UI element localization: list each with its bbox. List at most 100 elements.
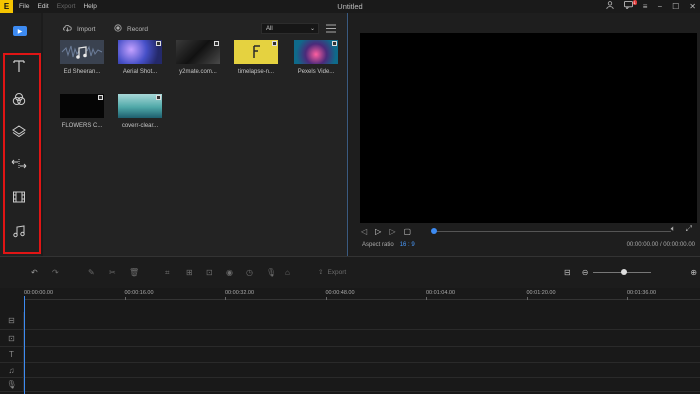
menu-help[interactable]: Help: [83, 3, 96, 10]
minimize-icon[interactable]: −: [657, 2, 662, 11]
media-filter-dropdown[interactable]: All ⌄: [261, 23, 319, 34]
ruler-tick-mark: [526, 297, 528, 300]
media-item[interactable]: timelapse-n...: [234, 40, 278, 77]
aspect-ratio[interactable]: Aspect ratio 16 : 9: [362, 242, 415, 248]
text-track-icon: T: [0, 347, 24, 362]
voice-track[interactable]: 🎙︎: [0, 378, 700, 392]
record-button[interactable]: Record: [114, 24, 148, 34]
ruler-tick-mark: [627, 297, 628, 300]
select-checkbox[interactable]: [156, 95, 161, 100]
chevron-down-icon: ⌄: [309, 26, 315, 32]
zoom-slider-handle[interactable]: [620, 269, 627, 275]
fullscreen-icon[interactable]: ⤢: [686, 224, 692, 234]
select-checkbox[interactable]: [156, 41, 161, 46]
cut-icon[interactable]: ✂: [109, 268, 116, 277]
left-rail: ▶: [0, 13, 41, 256]
select-checkbox[interactable]: [272, 41, 277, 46]
filters-icon[interactable]: [10, 91, 28, 107]
media-thumbnail: [118, 94, 162, 118]
transitions-icon[interactable]: [10, 156, 28, 172]
film-icon[interactable]: [10, 189, 28, 205]
media-icon[interactable]: ▶: [13, 26, 27, 36]
media-item[interactable]: Pexels Vide...: [294, 40, 338, 77]
zoom-out-icon[interactable]: ⊖: [582, 268, 589, 277]
media-item[interactable]: y2mate.com...: [176, 40, 220, 77]
undo-icon[interactable]: ↶: [31, 268, 38, 277]
media-thumbnail: [60, 40, 104, 64]
mic-track-icon: 🎙︎: [0, 378, 24, 391]
ruler-tick-mark: [325, 297, 327, 300]
video-track-icon: ⊟: [0, 312, 24, 329]
overlays-icon[interactable]: [10, 123, 28, 139]
ruler-tick-label: 00:00:00.00: [24, 290, 54, 296]
timeline-ruler[interactable]: 00:00:00.00 00:00:16.00 00:00:32.00 00:00:4…: [24, 288, 700, 300]
ruler-tick-label: 00:01:20.00: [526, 290, 556, 296]
media-library-panel: Import Record All ⌄ Ed Sheeran... Aerial…: [43, 13, 348, 256]
media-item-label: FLOWERS C...: [61, 123, 103, 129]
import-icon: [63, 24, 72, 34]
volume-icon[interactable]: 🔈︎: [671, 224, 676, 234]
preview-screen: [360, 33, 697, 223]
menu-file[interactable]: File: [19, 3, 29, 10]
menu-export[interactable]: Export: [57, 3, 76, 10]
select-checkbox[interactable]: [332, 41, 337, 46]
mosaic-icon[interactable]: ⊞: [186, 268, 193, 277]
voiceover-icon[interactable]: 🎙︎: [266, 268, 276, 277]
music-track[interactable]: ♫: [0, 363, 700, 378]
media-thumbnail: [294, 40, 338, 64]
next-frame-icon[interactable]: ▷: [389, 227, 395, 236]
export-button[interactable]: ⇪ Export: [318, 268, 346, 277]
media-item-label: Aerial Shot...: [122, 69, 158, 75]
zoom-slider[interactable]: [593, 269, 652, 275]
export-icon: ⇪: [318, 269, 324, 276]
account-icon[interactable]: [606, 1, 614, 11]
previous-frame-icon[interactable]: ◁: [361, 227, 367, 236]
close-icon[interactable]: ✕: [689, 2, 696, 11]
redo-icon[interactable]: ↷: [52, 268, 59, 277]
aspect-ratio-value[interactable]: 16 : 9: [400, 242, 415, 248]
scrubber-handle[interactable]: [431, 228, 437, 234]
menu-bar: File Edit Export Help: [19, 3, 97, 10]
media-item-label: Pexels Vide...: [297, 69, 335, 75]
stop-icon[interactable]: ▢: [403, 227, 411, 236]
text-icon[interactable]: [10, 58, 28, 74]
pip-track[interactable]: ⊡: [0, 330, 700, 347]
pip-track-icon: ⊡: [0, 330, 24, 346]
select-checkbox[interactable]: [98, 95, 103, 100]
edit-toolbar: ↶ ↷ ✎ ✂ 🗑︎ ⌗ ⊞ ⊡ ◉ ◷ 🎙︎ ⌂ ⇪ Export ⊟ ⊖ ⊕: [0, 256, 700, 288]
play-icon[interactable]: ▷: [375, 227, 381, 236]
list-view-icon[interactable]: [326, 24, 336, 34]
select-checkbox[interactable]: [214, 41, 219, 46]
preview-scrubber[interactable]: [433, 231, 671, 232]
video-track[interactable]: ⊟: [0, 312, 700, 330]
ruler-tick-label: 00:00:16.00: [124, 290, 154, 296]
maximize-icon[interactable]: ☐: [672, 2, 679, 11]
import-label: Import: [77, 25, 96, 33]
crop-icon[interactable]: ⌗: [165, 268, 170, 278]
music-icon[interactable]: [10, 223, 28, 239]
text-track[interactable]: T: [0, 347, 700, 363]
tag-icon[interactable]: ⌂: [285, 268, 290, 277]
media-item[interactable]: FLOWERS C...: [60, 94, 104, 131]
more-menu-icon[interactable]: ≡: [643, 2, 648, 11]
zoom-in-icon[interactable]: ⊕: [690, 268, 697, 277]
media-item[interactable]: coverr-clear...: [118, 94, 162, 131]
menu-edit[interactable]: Edit: [37, 3, 48, 10]
delete-icon[interactable]: 🗑︎: [129, 268, 139, 277]
timeline-panel: 00:00:00.00 00:00:16.00 00:00:32.00 00:00:4…: [0, 288, 700, 394]
media-item[interactable]: Aerial Shot...: [118, 40, 162, 77]
title-bar: E File Edit Export Help Untitled 1 ≡ − ☐…: [0, 0, 700, 13]
record-label: Record: [127, 25, 148, 33]
media-item[interactable]: Ed Sheeran...: [60, 40, 104, 77]
speed-icon[interactable]: ⊡: [206, 268, 213, 277]
fit-timeline-icon[interactable]: ⊟: [564, 268, 571, 277]
ruler-tick-mark: [124, 297, 126, 300]
media-thumbnail: [176, 40, 220, 64]
screenshot-icon[interactable]: ◉: [226, 268, 233, 277]
duration-icon[interactable]: ◷: [246, 268, 253, 277]
import-button[interactable]: Import: [63, 24, 95, 34]
record-icon: [114, 24, 122, 34]
edit-icon[interactable]: ✎: [88, 268, 95, 277]
timeline-playhead[interactable]: [24, 296, 25, 394]
notification-icon[interactable]: 1: [623, 0, 637, 11]
